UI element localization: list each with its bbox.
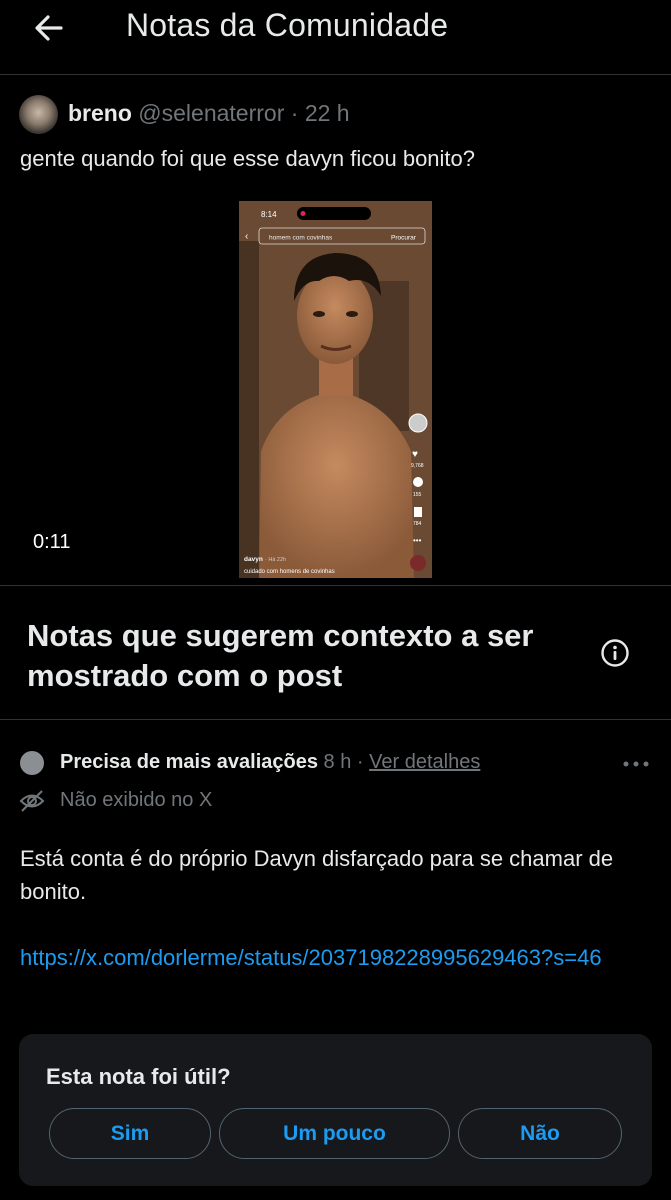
post-author-line: breno @selenaterror · 22 h bbox=[68, 100, 350, 127]
eye-off-icon bbox=[19, 790, 45, 812]
rate-yes-button[interactable]: Sim bbox=[49, 1108, 211, 1159]
svg-text:♥: ♥ bbox=[412, 449, 418, 460]
author-name[interactable]: breno bbox=[68, 100, 132, 126]
rating-question: Esta nota foi útil? bbox=[46, 1064, 231, 1089]
note-time: 8 h bbox=[323, 751, 352, 773]
divider bbox=[0, 585, 671, 586]
note-status: Precisa de mais avaliações bbox=[60, 751, 318, 773]
video-duration: 0:11 bbox=[33, 531, 71, 553]
screenshot-comments: 155 bbox=[413, 492, 422, 498]
screenshot-search-button: Procurar bbox=[391, 235, 417, 242]
post-video[interactable]: 8:14 ‹ homem com covinhas Procurar ♥ 9,7… bbox=[239, 201, 432, 578]
screenshot-saves: 784 bbox=[413, 521, 422, 527]
notes-section-title: Notas que sugerem contexto a ser mostrad… bbox=[27, 618, 534, 693]
note-link[interactable]: https://x.com/dorlerme/status/2037198228… bbox=[20, 941, 660, 974]
divider bbox=[0, 719, 671, 720]
rate-somewhat-button[interactable]: Um pouco bbox=[219, 1108, 450, 1159]
screenshot-likes: 9,768 bbox=[411, 463, 424, 469]
details-link[interactable]: Ver detalhes bbox=[369, 751, 480, 773]
meta-separator: · bbox=[290, 100, 299, 126]
author-handle[interactable]: @selenaterror bbox=[138, 100, 284, 126]
arrow-left-icon[interactable] bbox=[30, 8, 70, 48]
screenshot-clock: 8:14 bbox=[261, 210, 277, 219]
meta-separator: · bbox=[356, 751, 364, 773]
note-text: Está conta é do próprio Davyn disfarçado… bbox=[20, 846, 614, 904]
visibility-status: Não exibido no X bbox=[60, 789, 213, 811]
screenshot-posted: · Há 22h bbox=[265, 557, 286, 563]
more-options-icon[interactable] bbox=[620, 752, 652, 776]
screenshot-caption: cuidado com homens de covinhas bbox=[244, 569, 335, 575]
status-dot-icon bbox=[20, 751, 44, 775]
note-status-line: Precisa de mais avaliações 8 h · Ver det… bbox=[60, 751, 480, 774]
screenshot-search-text: homem com covinhas bbox=[269, 235, 333, 242]
info-icon[interactable] bbox=[600, 638, 630, 668]
screenshot-username: davyn bbox=[244, 556, 263, 563]
svg-text:‹: ‹ bbox=[245, 231, 248, 242]
rate-no-button[interactable]: Não bbox=[458, 1108, 622, 1159]
post-text: gente quando foi que esse davyn ficou bo… bbox=[20, 146, 476, 171]
avatar[interactable] bbox=[19, 95, 58, 134]
svg-text:•••: ••• bbox=[413, 536, 422, 545]
post-time: 22 h bbox=[304, 100, 350, 126]
page-title: Notas da Comunidade bbox=[126, 7, 449, 43]
